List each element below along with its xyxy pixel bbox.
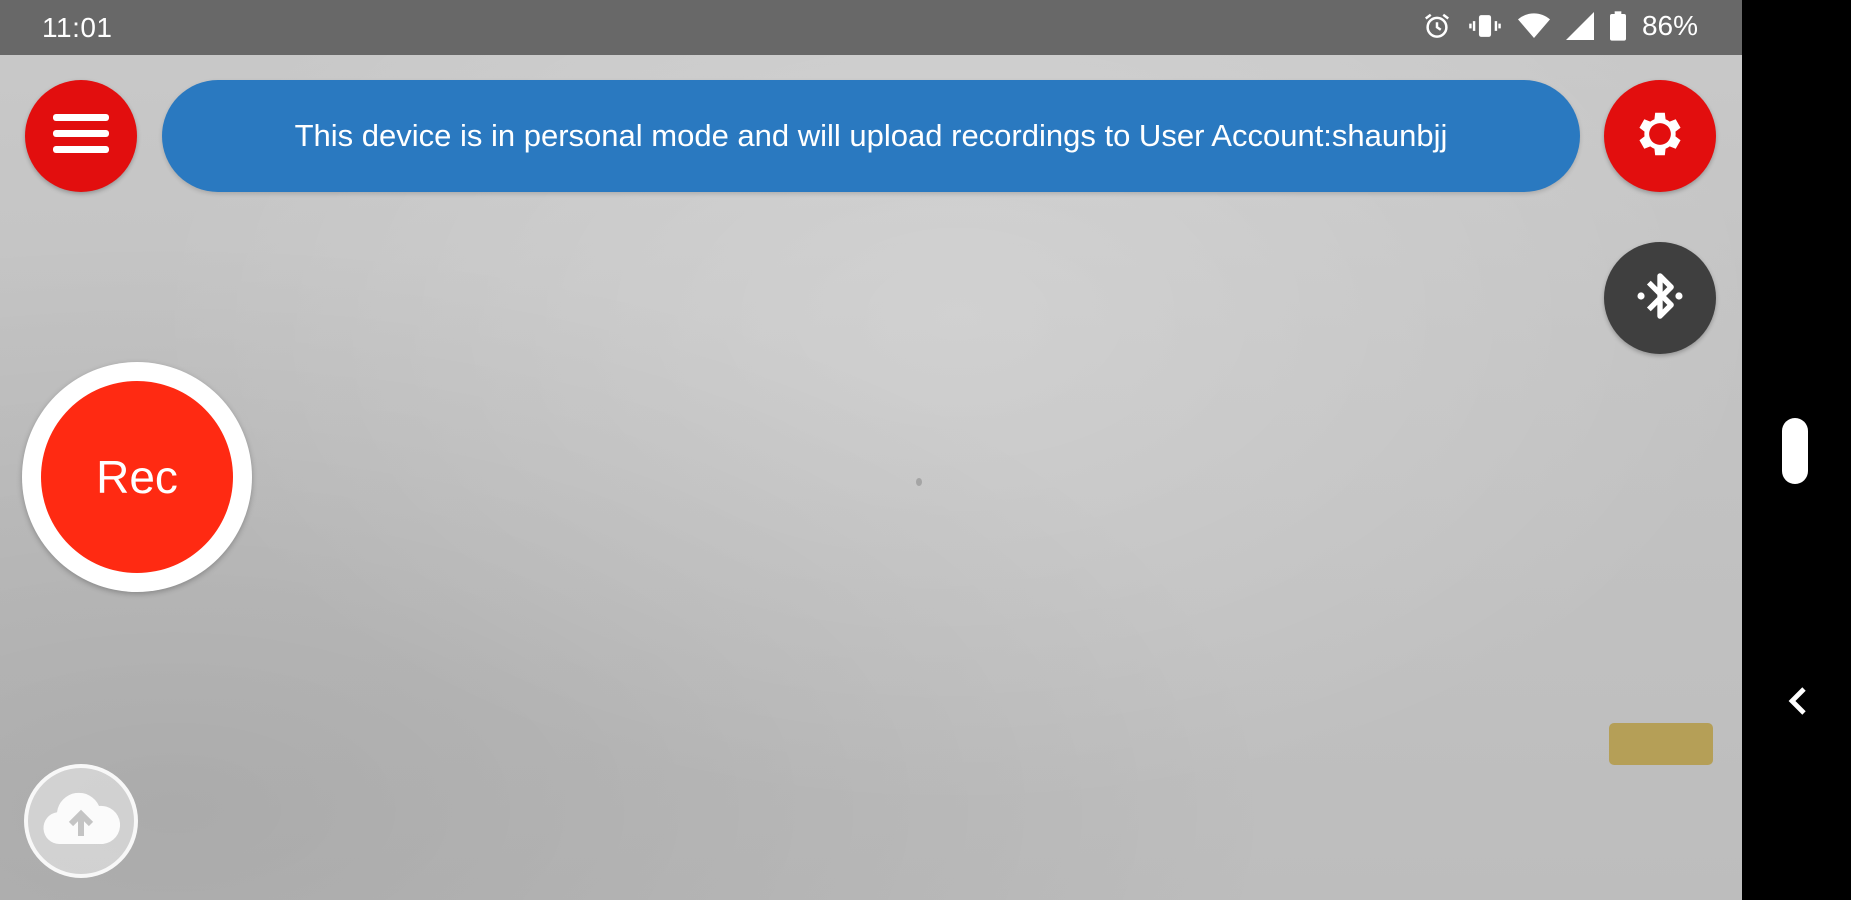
status-indicator-bar [1609,723,1713,765]
personal-mode-banner: This device is in personal mode and will… [162,80,1580,192]
alarm-icon [1422,11,1452,41]
cell-signal-icon [1565,12,1594,40]
status-icons: 86% [1422,10,1698,42]
settings-button[interactable] [1604,80,1716,192]
gear-icon [1631,105,1689,168]
status-bar: 11:01 86% [0,0,1742,55]
battery-percent: 86% [1641,10,1698,41]
upload-button[interactable] [24,764,138,878]
camera-speck [916,478,922,486]
vibrate-icon [1468,11,1502,41]
status-time: 11:01 [42,12,113,43]
record-button[interactable]: Rec [22,362,252,592]
app-screen: 11:01 86% This device is in personal mod… [0,0,1851,900]
hamburger-menu-icon [53,113,109,159]
record-label: Rec [96,451,178,503]
battery-icon [1609,11,1626,41]
home-pill-handle[interactable] [1782,418,1808,484]
wifi-icon [1517,12,1550,40]
cloud-upload-icon [39,790,123,853]
bluetooth-icon [1633,267,1687,330]
banner-text: This device is in personal mode and will… [294,118,1448,153]
menu-button[interactable] [25,80,137,192]
back-chevron-icon[interactable] [1784,685,1812,717]
bluetooth-button[interactable] [1604,242,1716,354]
record-button-core[interactable]: Rec [41,381,233,573]
